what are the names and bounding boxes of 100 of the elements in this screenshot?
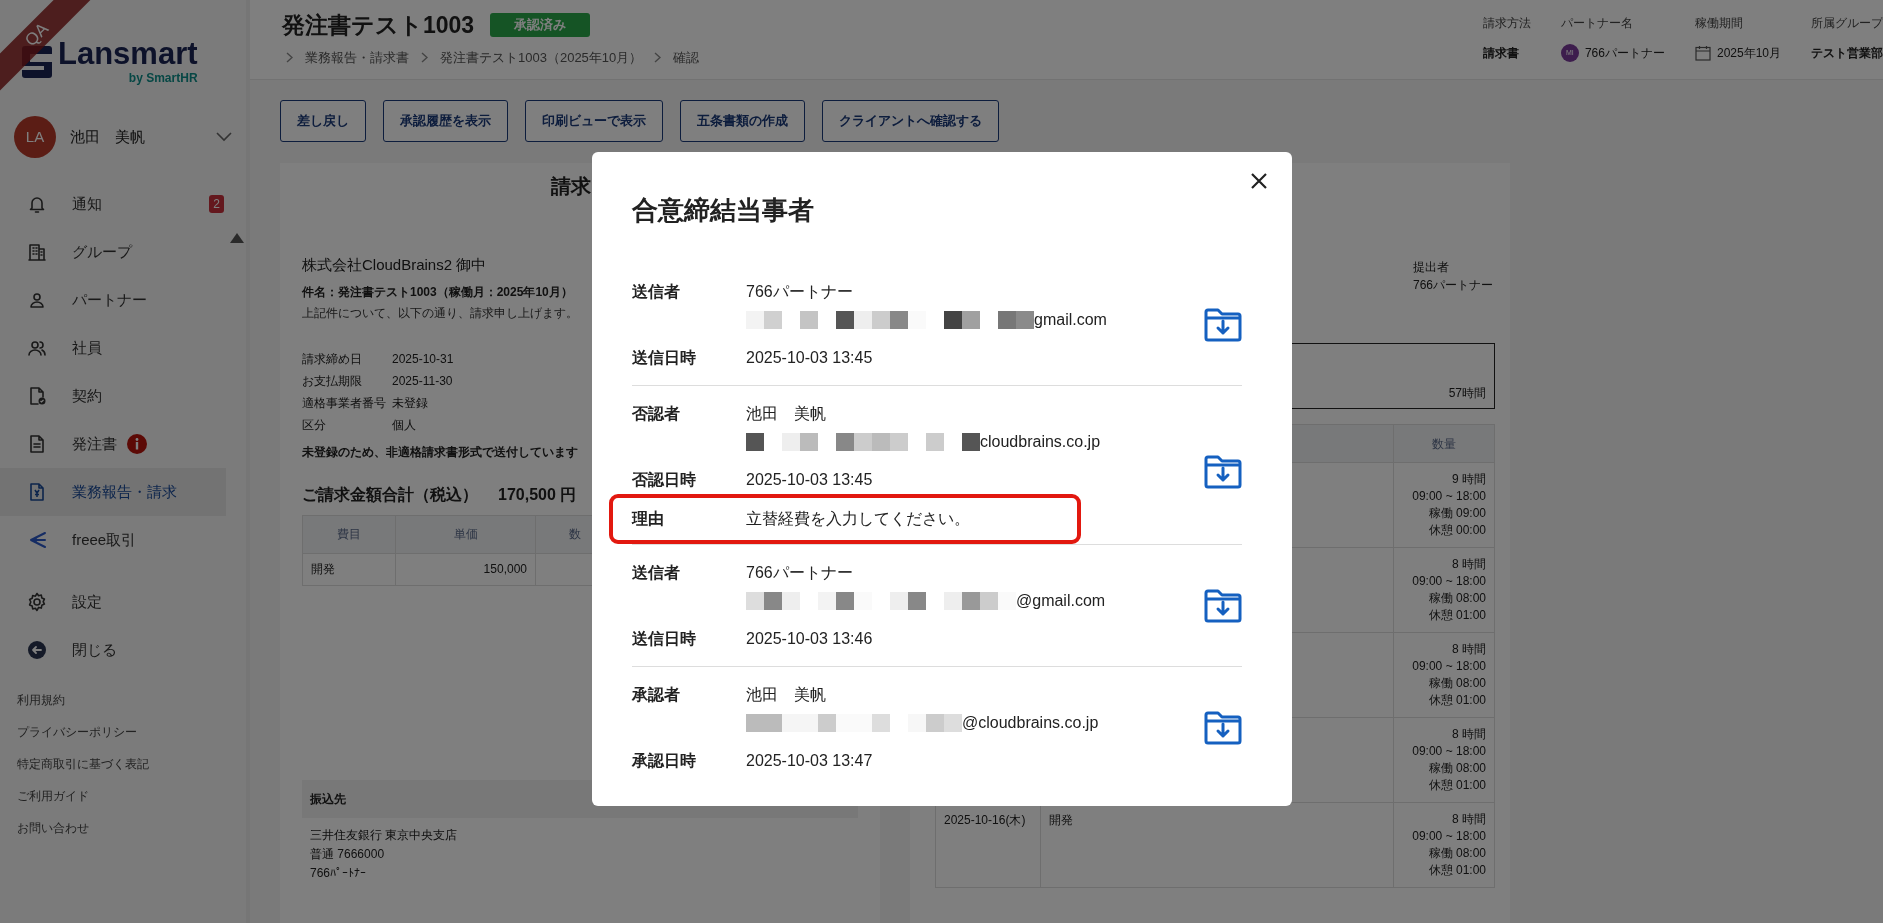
document-icon [27, 434, 47, 454]
quantity-text: 稼働 08:00 [1427, 675, 1486, 692]
breadcrumb-link[interactable]: 業務報告・請求書 [305, 48, 409, 68]
meta-label: 所属グループ [1811, 15, 1883, 32]
sidebar-item[interactable]: freee取引 [0, 516, 226, 564]
total-label: ご請求金額合計（税込） [302, 484, 478, 505]
footer-link[interactable]: お問い合わせ [17, 812, 246, 844]
detail-value: 個人 [392, 416, 416, 434]
intro-text: 上記件について、以下の通り、請求申し上げます。 [302, 304, 578, 322]
action-button[interactable]: 差し戻し [280, 100, 366, 142]
footer-link[interactable]: ご利用ガイド [17, 780, 246, 812]
column-header: 費目 [337, 527, 361, 541]
quantity-text: 8 時間 [1451, 641, 1486, 658]
document-title: 請求 [551, 174, 592, 199]
footer-link[interactable]: 特定商取引に基づく表記 [17, 748, 246, 780]
table-cell: 150,000 [395, 553, 536, 585]
logo-subtitle: by SmartHR [127, 69, 198, 87]
meta-label: 請求方法 [1482, 15, 1531, 32]
settings-icon [27, 592, 47, 612]
action-button[interactable]: クライアントへ確認する [822, 100, 999, 142]
footer-link[interactable]: 利用規約 [17, 684, 246, 716]
quantity-text: 09:00 ~ 18:00 [1411, 573, 1486, 590]
notice-text: 未登録のため、非適格請求書形式で送付しています [302, 443, 578, 461]
sidebar-item[interactable]: 発注書 [0, 420, 226, 468]
quantity-text: 8 時間 [1451, 726, 1486, 743]
quantity-text: 休憩 01:00 [1427, 862, 1486, 879]
sidebar-item[interactable]: 閉じる [0, 626, 226, 674]
date-value: 2025-10-03 13:45 [746, 348, 873, 368]
bank-detail: 766ﾊﾟｰﾄﾅｰ [310, 864, 368, 882]
detail-label: 請求締め日 [302, 350, 363, 368]
scroll-up-icon[interactable] [230, 233, 244, 243]
reason-label: 理由 [632, 509, 665, 529]
logo-text: Lansmart [58, 37, 198, 69]
quantity-text: 稼働 08:00 [1427, 590, 1486, 607]
action-button[interactable]: 五条書類の作成 [680, 100, 805, 142]
quantity-text: 休憩 01:00 [1427, 607, 1486, 624]
sidebar-item[interactable]: グループ [0, 228, 226, 276]
quantity-text: 稼働 08:00 [1427, 760, 1486, 777]
action-button[interactable]: 承認履歴を表示 [383, 100, 508, 142]
meta-label: パートナー名 [1560, 15, 1634, 32]
person-icon [27, 290, 47, 310]
breadcrumb-link[interactable]: 発注書テスト1003（2025年10月） [440, 48, 643, 68]
email-text: @gmail.com [1016, 591, 1106, 611]
email-text: gmail.com [1034, 310, 1107, 330]
folder-download-icon[interactable] [1204, 308, 1242, 342]
email-text: cloudbrains.co.jp [980, 432, 1101, 452]
total-hours: 57時間 [1448, 385, 1486, 402]
date-label: 送信日時 [632, 348, 697, 368]
quantity-text: 稼働 09:00 [1427, 505, 1486, 522]
column-header: 数 [569, 527, 581, 541]
document-check-icon [27, 386, 47, 406]
action-button[interactable]: 印刷ビューで表示 [525, 100, 663, 142]
dialog-title: 合意締結当事者 [632, 194, 815, 227]
yen-document-icon [27, 482, 47, 502]
party-name: 766パートナー [746, 563, 853, 583]
meta-value: テスト営業部 [1811, 45, 1883, 62]
quantity-text: 休憩 01:00 [1427, 692, 1486, 709]
detail-label: 適格事業者番号 [302, 394, 387, 412]
detail-label: 区分 [302, 416, 327, 434]
meta-value: 766パートナー [1584, 45, 1665, 62]
subject-text: 件名：発注書テスト1003（稼働月：2025年10月） [302, 283, 573, 301]
quantity-text: 8 時間 [1451, 811, 1486, 828]
user-avatar[interactable]: LA [14, 116, 56, 158]
detail-value: 未登録 [392, 394, 428, 412]
sidebar-item[interactable]: 設定 [0, 578, 226, 626]
sidebar-item[interactable]: 通知 2 [0, 180, 226, 228]
bell-icon [27, 194, 47, 214]
folder-download-icon[interactable] [1204, 589, 1242, 623]
quantity-text: 9 時間 [1451, 471, 1486, 488]
folder-download-icon[interactable] [1204, 711, 1242, 745]
party-name: 池田 美帆 [746, 404, 826, 424]
quantity-text: 09:00 ~ 18:00 [1411, 743, 1486, 760]
meta-value: 2025年10月 [1716, 45, 1781, 62]
date-value: 2025-10-03 13:45 [746, 470, 873, 490]
chevron-right-icon [421, 52, 428, 64]
arrow-icon [27, 530, 47, 550]
people-icon [27, 338, 47, 358]
quantity-text: 8 時間 [1451, 556, 1486, 573]
sidebar-item[interactable]: 業務報告・請求 [0, 468, 226, 516]
folder-download-icon[interactable] [1204, 455, 1242, 489]
table-cell: 開発 [302, 553, 396, 585]
sidebar-item[interactable]: パートナー [0, 276, 226, 324]
sidebar-item[interactable]: 契約 [0, 372, 226, 420]
column-header: 数量 [1393, 424, 1495, 463]
status-label: 承認済み [490, 13, 591, 37]
role-label: 承認者 [632, 685, 681, 705]
chevron-right-icon [286, 52, 293, 64]
quantity-text: 休憩 01:00 [1427, 777, 1486, 794]
date-value: 2025-10-03 13:47 [746, 751, 873, 771]
detail-value: 2025-11-30 [392, 372, 453, 390]
calendar-icon [1694, 45, 1711, 61]
detail-label: お支払期限 [302, 372, 363, 390]
footer-link[interactable]: プライバシーポリシー [17, 716, 246, 748]
date-label: 送信日時 [632, 629, 697, 649]
column-header: 単価 [453, 527, 478, 541]
sidebar-item[interactable]: 社員 [0, 324, 226, 372]
quantity-text: 09:00 ~ 18:00 [1411, 828, 1486, 845]
submitter-name: 766パートナー [1413, 277, 1495, 294]
meta-value: 請求書 [1482, 45, 1519, 62]
chevron-down-icon[interactable] [216, 132, 232, 142]
